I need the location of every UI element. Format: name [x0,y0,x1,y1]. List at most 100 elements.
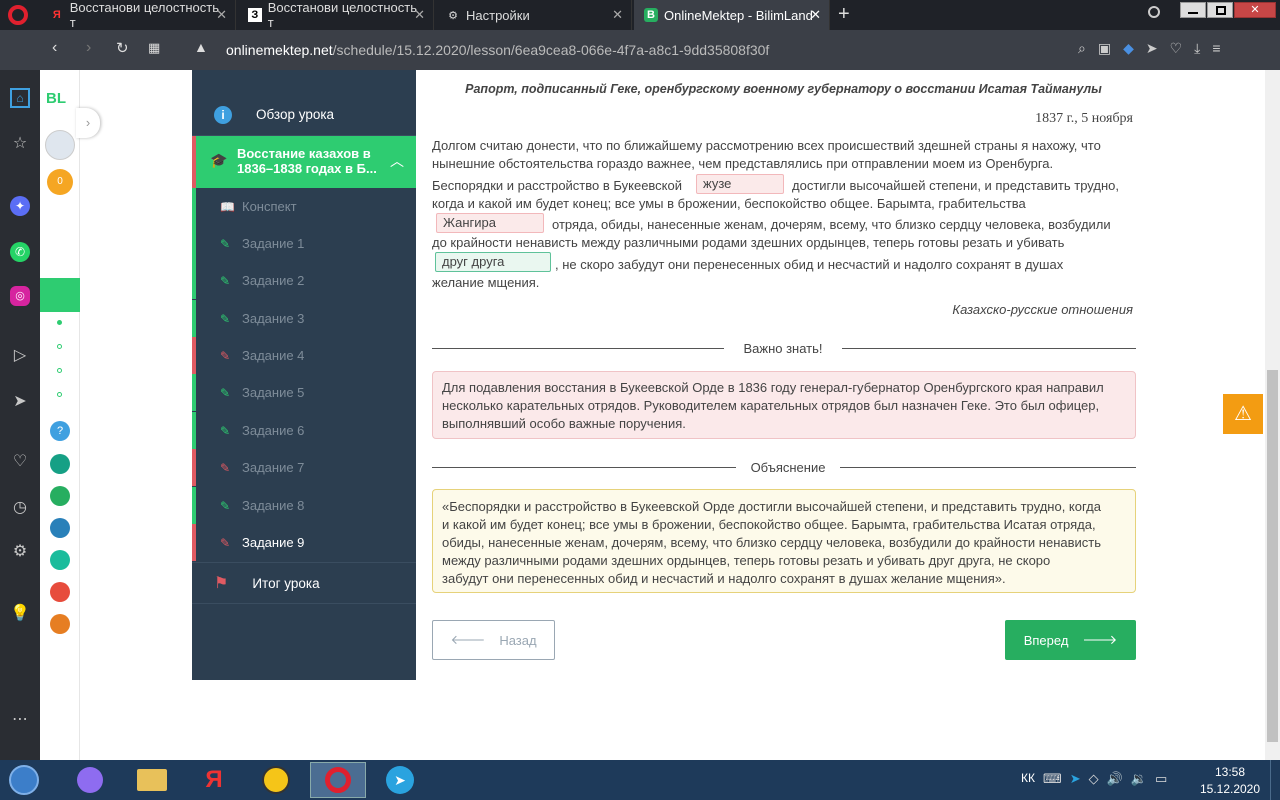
avatar[interactable] [45,130,75,160]
tabs-grid-icon[interactable]: ▦ [148,40,160,56]
language-indicator[interactable]: КК [1021,771,1035,785]
nav-item-label: Задание 7 [242,460,305,475]
settings-icon[interactable]: ⚙ [10,542,30,562]
folder-icon[interactable] [124,762,180,798]
arrow-left-icon: 🡐 [450,632,486,647]
nav-item-task-7[interactable]: ✎ Задание 7 [192,449,416,486]
tab-title: OnlineMektep - BilimLand [664,7,813,23]
reload-icon[interactable]: ↻ [116,39,129,57]
nav-item-task-9[interactable]: ✎ Задание 9 [192,524,416,561]
nav-item-task-6[interactable]: ✎ Задание 6 [192,412,416,449]
app-icon[interactable] [50,486,70,506]
app-icon[interactable] [50,518,70,538]
messenger-icon[interactable]: ✦ [10,196,30,216]
back-icon[interactable]: ‹ [52,39,57,57]
star-icon[interactable]: ☆ [10,134,30,154]
instagram-icon[interactable]: ◎ [10,286,30,306]
yandex-icon: Я [52,9,61,21]
znanija-icon: З [248,8,262,22]
nav-item-task-1[interactable]: ✎ Задание 1 [192,225,416,262]
tab-3[interactable]: ⚙ Настройки ✕ [436,0,632,30]
next-button[interactable]: Вперед 🡒 [1005,620,1136,660]
coin-badge[interactable]: 0 [47,169,73,195]
chevron-up-icon[interactable]: ︿ [390,151,404,171]
telegram-icon[interactable]: ➤ [372,762,428,798]
scrollbar-thumb[interactable] [1267,370,1278,742]
nav-overview[interactable]: i Обзор урока [192,94,416,136]
app-icon[interactable] [50,550,70,570]
forward-icon[interactable]: › [86,39,91,57]
close-icon[interactable]: ✕ [612,7,623,23]
lightbulb-icon[interactable]: 💡 [10,604,30,624]
tab-2[interactable]: З Восстанови целостность т ✕ [238,0,434,30]
report-warning-button[interactable]: ⚠ [1223,394,1263,434]
nav-item-konspekt[interactable]: 📖 Конспект [192,188,416,225]
divider [842,348,1136,349]
doc-source: Казахско-русские отношения [952,302,1133,317]
nav-section-active[interactable]: 🎓 Восстание казахов в 1836–1838 годах в … [192,136,416,188]
nav-item-task-4[interactable]: ✎ Задание 4 [192,337,416,374]
heart-icon[interactable]: ♡ [10,452,30,472]
nav-item-task-2[interactable]: ✎ Задание 2 [192,262,416,299]
lesson-icon-active[interactable] [40,278,80,312]
new-tab-button[interactable]: + [838,3,850,26]
history-icon[interactable]: ◷ [10,498,30,518]
nav-overview-label: Обзор урока [256,107,335,122]
app-icon[interactable] [50,614,70,634]
close-window-button[interactable]: ✕ [1234,2,1276,18]
start-button[interactable] [0,762,48,798]
app-icon[interactable] [248,762,304,798]
yandex-browser-icon[interactable]: Я [186,762,242,798]
windows-taskbar: Я ➤ КК ⌨➤◇🔊🔉▭ 13:58 15.12.2020 [0,760,1280,800]
warning-icon[interactable]: ▲ [194,39,208,55]
more-icon[interactable]: ⋯ [10,710,30,730]
edit-icon: ✎ [220,423,231,438]
back-button[interactable]: 🡐 Назад [432,620,555,660]
clock-date[interactable]: 15.12.2020 [1198,782,1262,796]
whatsapp-icon[interactable]: ✆ [10,242,30,262]
app-icon[interactable] [62,762,118,798]
opera-taskbar-icon[interactable] [310,762,366,798]
show-desktop-button[interactable] [1270,760,1280,800]
tab-4-active[interactable]: B OnlineMektep - BilimLand ✕ [634,0,830,30]
tray-icons[interactable]: ⌨➤◇🔊🔉▭ [1043,771,1175,787]
nav-result[interactable]: ⚑ Итог урока [192,562,416,604]
nav-item-task-5[interactable]: ✎ Задание 5 [192,374,416,411]
search-icon[interactable] [1148,6,1160,18]
twig-icon[interactable] [50,582,70,602]
tab-title: Восстанови целостность т [267,0,417,30]
minimize-button[interactable] [1180,2,1206,18]
important-heading: Важно знать! [743,341,823,356]
brand-logo[interactable]: BL [46,90,66,107]
edit-icon: ✎ [220,385,231,400]
home-icon[interactable]: ⌂ [10,88,30,108]
toolbar-icons: ⌕▣◆➤♡⤓≡ [1078,40,1233,56]
url-field[interactable]: onlinemektep.net/schedule/15.12.2020/les… [226,42,769,58]
answer-blank-1[interactable]: жузе [696,174,784,194]
doc-line: отряда, обиды, нанесенные женам, дочерям… [552,217,1111,232]
help-icon[interactable]: ? [50,421,70,441]
nav-section-label: Восстание казахов в 1836–1838 годах в Б.… [237,146,377,176]
answer-blank-2[interactable]: Жангира [436,213,544,233]
close-icon[interactable]: ✕ [216,7,227,23]
clock-time[interactable]: 13:58 [1212,765,1248,779]
nav-item-task-8[interactable]: ✎ Задание 8 [192,487,416,524]
tab-1[interactable]: Я Восстанови целостность т ✕ [40,0,236,30]
doc-line: до крайности ненависть между различными … [432,235,1065,250]
explanation-line: обиды, нанесенные женам, дочерям, всему,… [442,535,1101,550]
player-icon[interactable]: ▷ [10,346,30,366]
close-icon[interactable]: ✕ [810,7,821,23]
opera-logo-icon[interactable] [8,5,28,25]
important-line: Для подавления восстания в Букеевской Ор… [442,380,1104,395]
doc-date: 1837 г., 5 ноября [1035,111,1133,126]
close-icon[interactable]: ✕ [414,7,425,23]
important-line: несколько карательных отрядов. Руководит… [442,398,1100,413]
edit-icon: ✎ [220,273,231,288]
nav-item-task-3[interactable]: ✎ Задание 3 [192,300,416,337]
divider [840,467,1136,468]
maximize-button[interactable] [1207,2,1233,18]
send-icon[interactable]: ➤ [10,392,30,412]
app-icon[interactable] [50,454,70,474]
edit-icon: ✎ [220,236,231,251]
answer-blank-3[interactable]: друг друга [435,252,551,272]
